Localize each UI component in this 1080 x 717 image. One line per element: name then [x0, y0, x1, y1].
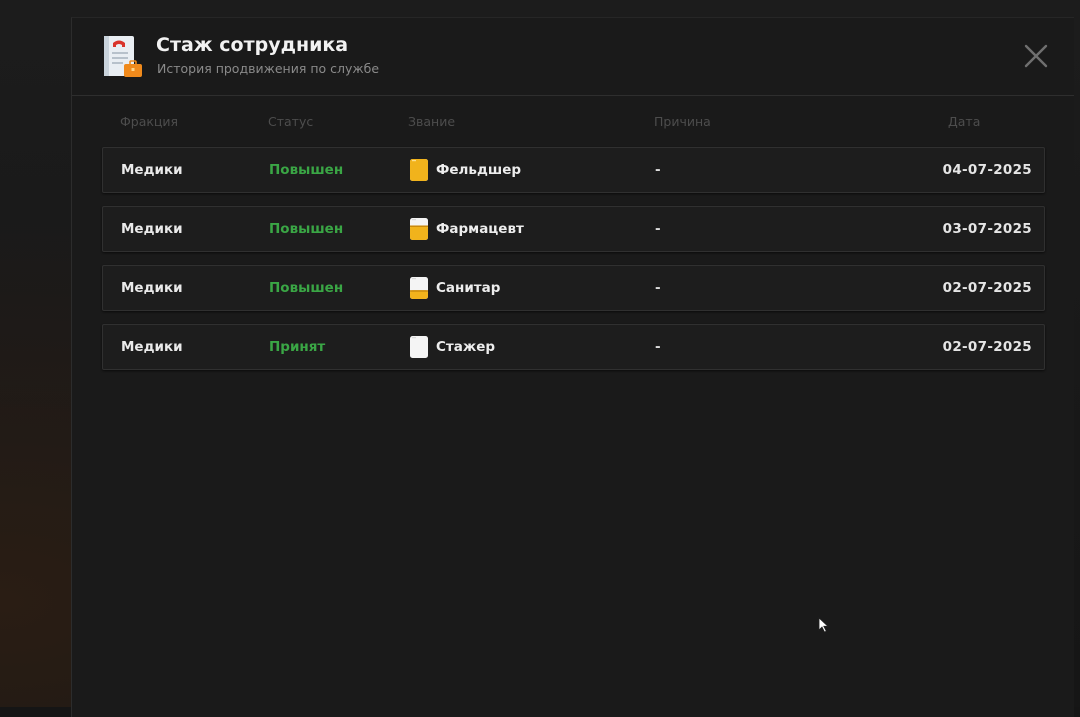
- column-header-faction: Фракция: [120, 114, 179, 129]
- reason-cell: -: [655, 162, 661, 178]
- status-cell: Повышен: [269, 221, 344, 237]
- table-header: Фракция Статус Звание Причина Дата: [102, 114, 1045, 130]
- modal-header: Стаж сотрудника История продвижения по с…: [72, 18, 1074, 96]
- column-header-reason: Причина: [654, 114, 711, 129]
- faction-cell: Медики: [121, 339, 183, 355]
- table-row: Медики Принят Стажер - 02-07-2025: [102, 324, 1045, 370]
- status-cell: Повышен: [269, 280, 344, 296]
- faction-cell: Медики: [121, 162, 183, 178]
- rank-cell: Фельдшер: [436, 162, 522, 178]
- employee-record-icon: [104, 36, 142, 77]
- status-cell: Повышен: [269, 162, 344, 178]
- modal-subtitle: История продвижения по службе: [157, 61, 380, 76]
- rank-badge-icon: [410, 336, 428, 358]
- modal-title: Стаж сотрудника: [156, 34, 349, 56]
- table-row: Медики Повышен Фельдшер - 04-07-2025: [102, 147, 1045, 193]
- date-cell: 04-07-2025: [942, 162, 1032, 178]
- table-row: Медики Повышен Фармацевт - 03-07-2025: [102, 206, 1045, 252]
- date-cell: 02-07-2025: [942, 280, 1032, 296]
- mouse-cursor-icon: [818, 617, 830, 633]
- employee-service-modal: Стаж сотрудника История продвижения по с…: [71, 17, 1074, 717]
- date-cell: 02-07-2025: [942, 339, 1032, 355]
- faction-cell: Медики: [121, 221, 183, 237]
- rank-badge-icon: [410, 218, 428, 240]
- column-header-date: Дата: [948, 114, 981, 129]
- service-history-table: Медики Повышен Фельдшер - 04-07-2025 Мед…: [102, 147, 1045, 383]
- rank-cell: Санитар: [436, 280, 501, 296]
- rank-cell: Стажер: [436, 339, 496, 355]
- rank-cell: Фармацевт: [436, 221, 524, 237]
- close-icon[interactable]: [1024, 44, 1048, 68]
- rank-badge-icon: [410, 159, 428, 181]
- status-cell: Принят: [269, 339, 326, 355]
- column-header-status: Статус: [268, 114, 314, 129]
- faction-cell: Медики: [121, 280, 183, 296]
- reason-cell: -: [655, 221, 661, 237]
- rank-badge-icon: [410, 277, 428, 299]
- reason-cell: -: [655, 280, 661, 296]
- date-cell: 03-07-2025: [942, 221, 1032, 237]
- reason-cell: -: [655, 339, 661, 355]
- table-row: Медики Повышен Санитар - 02-07-2025: [102, 265, 1045, 311]
- column-header-rank: Звание: [408, 114, 456, 129]
